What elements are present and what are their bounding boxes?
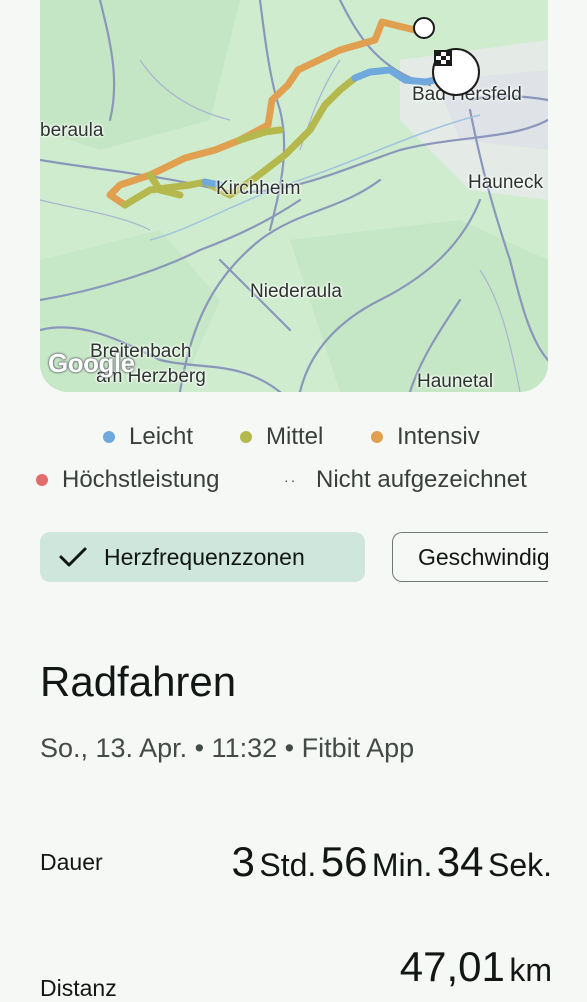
distance-value: 47,01 km [400, 943, 552, 991]
place-kirchheim: Kirchheim [216, 178, 301, 199]
start-circle-icon [413, 17, 435, 39]
activity-title: Radfahren [40, 658, 237, 705]
duration-minutes: 56 [320, 838, 368, 885]
legend-dot-leicht [103, 431, 115, 443]
legend-dot-mittel [240, 431, 252, 443]
legend-label: Intensiv [397, 423, 480, 450]
checkered-flag-icon [432, 48, 480, 96]
google-logo: Google [48, 348, 135, 378]
legend-label: Nicht aufgezeichnet [316, 466, 527, 493]
check-icon [58, 546, 88, 568]
legend-dot-hoechstleistung [36, 474, 48, 486]
chip-speed[interactable]: Geschwindigkeit [392, 532, 548, 582]
activity-subtitle: So., 13. Apr. • 11:32 • Fitbit App [40, 733, 415, 763]
legend-label: Höchstleistung [62, 466, 220, 493]
legend-item-mittel: Mittel [240, 423, 323, 451]
distance-number: 47,01 [399, 943, 505, 990]
chip-label: Geschwindigkeit [418, 543, 548, 570]
duration-label: Dauer [40, 849, 103, 875]
duration-value: 3 Std. 56 Min. 34 Sek. [232, 838, 552, 886]
legend-label: Mittel [266, 423, 324, 450]
place-haunetal: Haunetal [417, 371, 494, 392]
chip-heart-rate-zones[interactable]: Herzfrequenzzonen [40, 532, 365, 582]
duration-seconds-unit: Sek. [487, 847, 552, 883]
legend-dot-intensiv [371, 431, 383, 443]
duration-seconds: 34 [436, 838, 484, 885]
duration-minutes-unit: Min. [371, 847, 433, 883]
place-hauneck: Hauneck [468, 172, 543, 193]
legend-item-hoechstleistung: Höchstleistung [36, 466, 219, 494]
duration-hours-unit: Std. [259, 847, 317, 883]
distance-label: Distanz [40, 975, 117, 1001]
legend-label: Leicht [129, 423, 194, 450]
legend-item-nicht-aufgezeichnet: ·· Nicht aufgezeichnet [284, 466, 527, 494]
dotted-line-icon: ·· [284, 472, 298, 488]
route-map[interactable]: Bad Hersfeld beraula Hauneck Kirchheim N… [40, 0, 548, 392]
distance-unit: km [509, 952, 552, 988]
legend-item-intensiv: Intensiv [371, 423, 480, 451]
legend-item-leicht: Leicht [103, 423, 193, 451]
duration-hours: 3 [231, 838, 255, 885]
place-niederaula: Niederaula [250, 281, 342, 302]
place-oberaula: beraula [40, 120, 104, 141]
chip-label: Herzfrequenzzonen [104, 543, 305, 570]
